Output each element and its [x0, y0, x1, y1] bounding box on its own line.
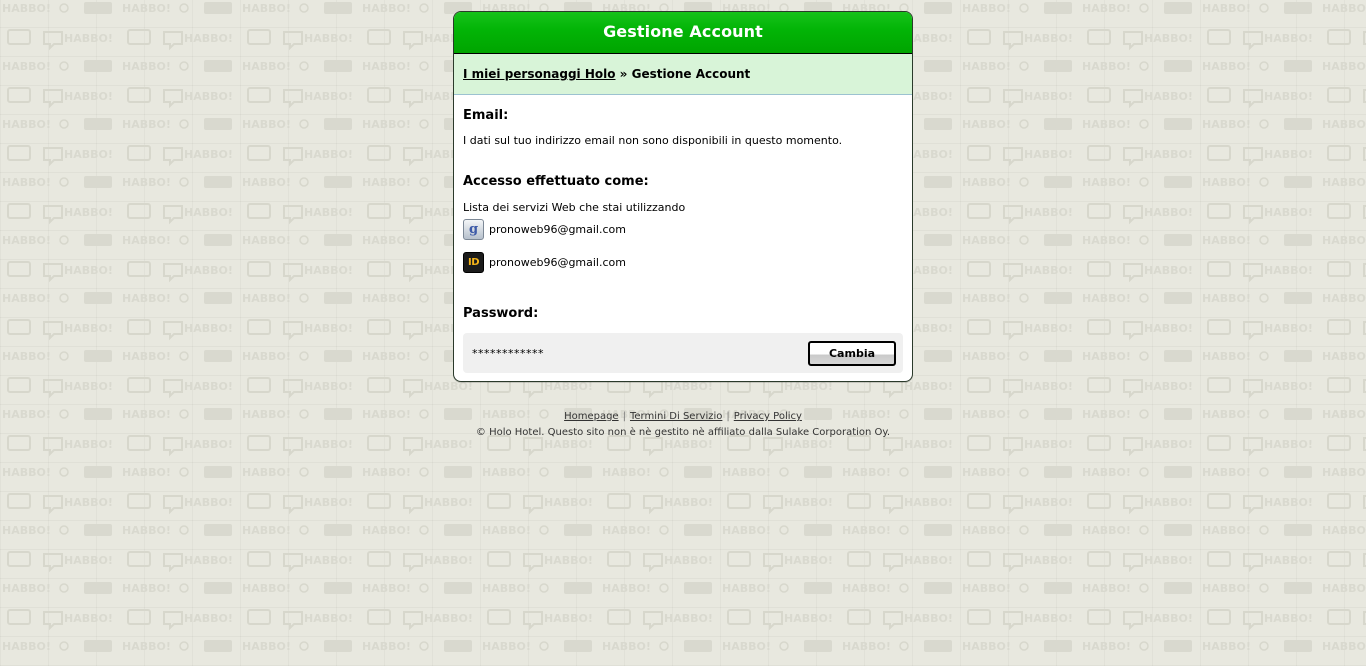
access-section-title: Accesso effettuato come: [463, 174, 649, 189]
footer-link-privacy[interactable]: Privacy Policy [734, 411, 802, 422]
service-item-id: ID pronoweb96@gmail.com [463, 251, 903, 274]
id-icon: ID [463, 252, 484, 273]
service-email-google: pronoweb96@gmail.com [489, 223, 626, 236]
footer-copyright: © Holo Hotel. Questo sito non è nè gesti… [475, 427, 891, 438]
email-section-title: Email: [463, 108, 509, 123]
footer-link-homepage[interactable]: Homepage [564, 411, 619, 422]
service-email-id: pronoweb96@gmail.com [489, 256, 626, 269]
page-title: Gestione Account [603, 22, 763, 41]
google-icon: g [463, 219, 484, 240]
password-section-title: Password: [463, 306, 539, 321]
email-unavailable-text: I dati sul tuo indirizzo email non sono … [463, 134, 843, 147]
password-masked-value: ************ [472, 346, 544, 360]
change-password-button[interactable]: Cambia [808, 340, 896, 366]
footer-link-terms[interactable]: Termini Di Servizio [630, 411, 722, 422]
breadcrumb-separator: » [619, 67, 628, 81]
panel-content: Email: I dati sul tuo indirizzo email no… [454, 95, 912, 381]
main-wrapper: Gestione Account I miei personaggi Holo … [453, 11, 913, 438]
footer: Homepage | Termini Di Servizio | Privacy Pol… [453, 411, 913, 438]
password-box: ************ Cambia [463, 333, 903, 373]
footer-separator: | [726, 411, 730, 422]
breadcrumb-current: Gestione Account [631, 67, 751, 81]
breadcrumb: I miei personaggi Holo » Gestione Accoun… [454, 54, 912, 95]
footer-links: Homepage | Termini Di Servizio | Privacy Pol… [453, 411, 913, 422]
footer-separator: | [622, 411, 626, 422]
panel-header: Gestione Account [454, 12, 912, 54]
breadcrumb-link-personaggi[interactable]: I miei personaggi Holo [463, 67, 615, 81]
service-item-google: g pronoweb96@gmail.com [463, 218, 903, 241]
account-panel: Gestione Account I miei personaggi Holo … [453, 11, 913, 382]
access-subtitle: Lista dei servizi Web che stai utilizzan… [463, 201, 686, 214]
